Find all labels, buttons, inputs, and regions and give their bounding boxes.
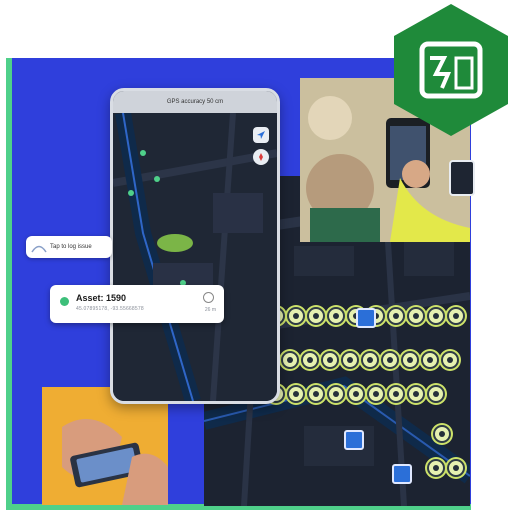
phone-mockup[interactable]: GPS accuracy 50 cm [110,88,280,404]
asset-node-marker[interactable] [427,459,445,477]
asset-node-center [453,313,459,319]
log-issue-bubble[interactable]: Tap to log issue [26,236,112,258]
asset-node-center [313,313,319,319]
play-marker-icon[interactable] [356,308,376,328]
asset-node-marker[interactable] [421,351,439,369]
asset-node-center [307,357,313,363]
photo-hands-with-phone [42,387,168,505]
gps-accuracy-banner: GPS accuracy 50 cm [113,91,277,113]
asset-node-center [367,357,373,363]
asset-dot-icon [60,297,69,306]
asset-node-marker[interactable] [427,307,445,325]
asset-node-marker[interactable] [447,459,465,477]
asset-title: Asset: 1590 [76,293,127,303]
asset-node-marker[interactable] [433,425,451,443]
asset-node-center [433,313,439,319]
asset-node-marker[interactable] [447,307,465,325]
asset-node-center [333,313,339,319]
asset-node-marker[interactable] [341,351,359,369]
asset-node-center [453,465,459,471]
asset-node-marker[interactable] [327,307,345,325]
asset-node-marker[interactable] [347,385,365,403]
asset-info-card[interactable]: Asset: 1590 45.07895178, -93.55668578 26… [50,285,224,323]
asset-node-marker[interactable] [307,307,325,325]
asset-node-center [353,391,359,397]
asset-node-marker[interactable] [441,351,459,369]
signal-icon [31,245,47,253]
asset-node-center [347,357,353,363]
asset-node-marker[interactable] [287,385,305,403]
compass-icon[interactable] [253,149,269,165]
asset-coordinates: 45.07895178, -93.55668578 [76,306,144,312]
asset-node-center [413,391,419,397]
asset-node-marker[interactable] [427,385,445,403]
asset-node-center [287,357,293,363]
asset-node-marker[interactable] [301,351,319,369]
asset-node-center [433,391,439,397]
asset-distance: 26 m [204,307,216,313]
mini-phone-preview [449,160,475,196]
asset-node-center [439,431,445,437]
asset-node-center [327,357,333,363]
asset-node-marker[interactable] [381,351,399,369]
asset-node-center [293,391,299,397]
play-marker-icon[interactable] [392,464,412,484]
asset-node-marker[interactable] [367,385,385,403]
asset-node-center [447,357,453,363]
asset-node-marker[interactable] [321,351,339,369]
info-icon[interactable] [203,292,214,303]
asset-node-marker[interactable] [407,307,425,325]
asset-node-center [433,465,439,471]
asset-node-center [333,391,339,397]
asset-node-center [413,313,419,319]
marketing-collage: GPS accuracy 50 cm Tap to log issue Asse… [0,0,521,518]
asset-node-marker[interactable] [407,385,425,403]
asset-node-center [427,357,433,363]
play-marker-icon[interactable] [344,430,364,450]
asset-node-marker[interactable] [401,351,419,369]
asset-node-marker[interactable] [281,351,299,369]
asset-node-center [393,313,399,319]
asset-node-marker[interactable] [307,385,325,403]
asset-node-center [373,391,379,397]
bubble-text: Tap to log issue [50,244,92,250]
accent-edge-left [6,58,12,510]
map-logo-icon [392,2,510,138]
asset-node-center [407,357,413,363]
asset-node-marker[interactable] [361,351,379,369]
asset-node-center [387,357,393,363]
asset-node-marker[interactable] [327,385,345,403]
asset-node-marker[interactable] [387,307,405,325]
asset-node-center [393,391,399,397]
asset-node-marker[interactable] [387,385,405,403]
asset-node-center [313,391,319,397]
navigation-arrow-icon[interactable] [253,127,269,143]
asset-node-center [293,313,299,319]
asset-node-marker[interactable] [287,307,305,325]
